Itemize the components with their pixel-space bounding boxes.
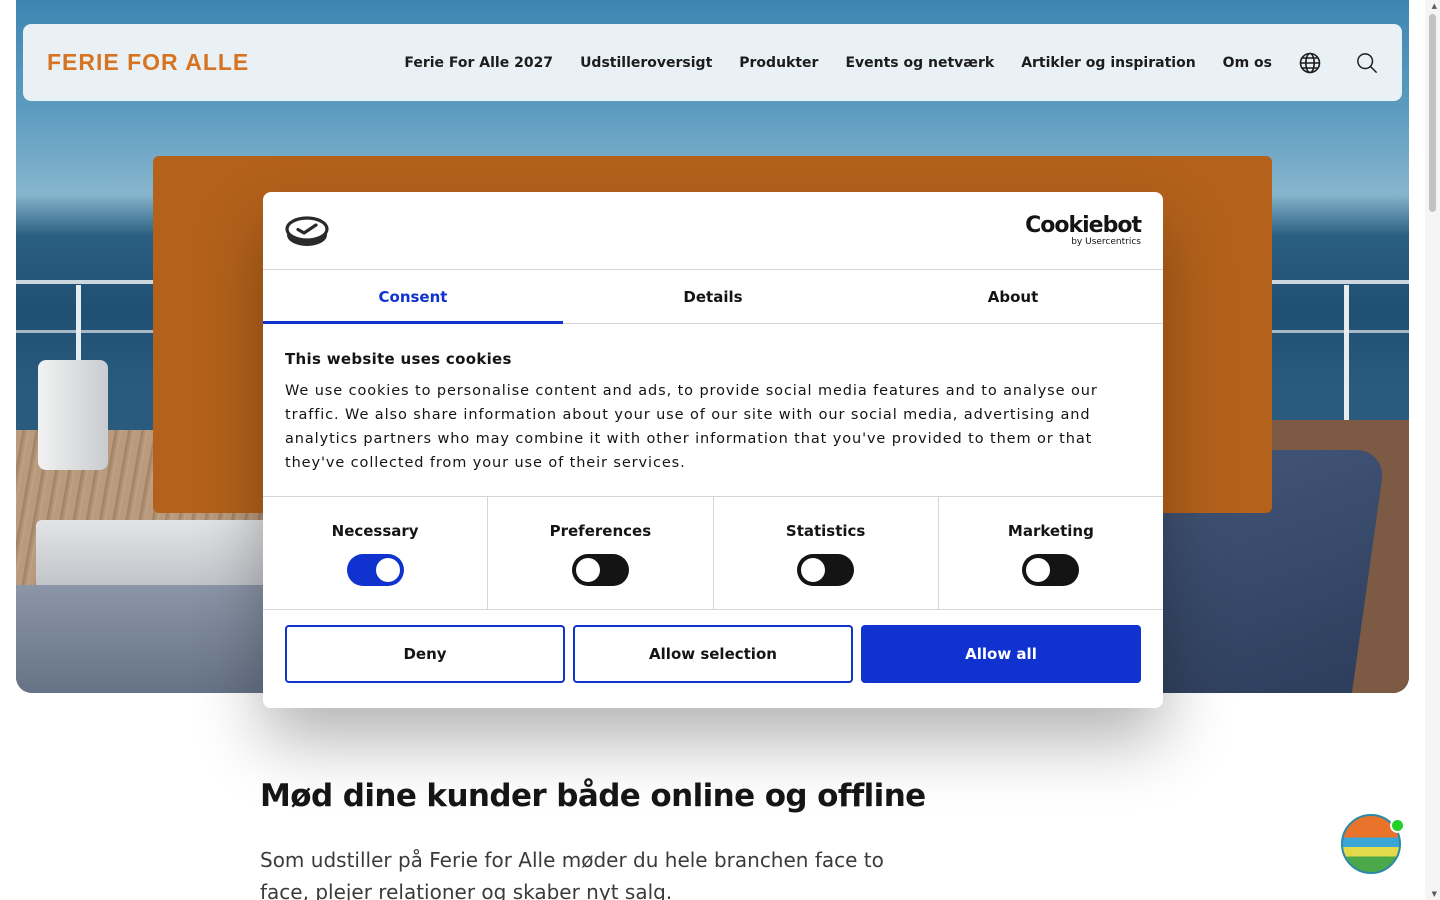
nav-item-om-os[interactable]: Om os <box>1223 55 1272 71</box>
section-text: Som udstiller på Ferie for Alle møder du… <box>260 848 884 900</box>
deck-box <box>38 360 108 470</box>
search-icon[interactable] <box>1356 52 1378 74</box>
toggle-cell-statistics: Statistics <box>714 497 939 609</box>
deny-button[interactable]: Deny <box>285 625 565 683</box>
cookiebot-brand-sub: by Usercentrics <box>1071 236 1141 247</box>
tab-consent[interactable]: Consent <box>263 270 563 324</box>
site-logo[interactable]: FERIE FOR ALLE <box>47 49 249 76</box>
allow-selection-button[interactable]: Allow selection <box>573 625 853 683</box>
dialog-title: This website uses cookies <box>285 350 512 368</box>
toggle-knob <box>575 558 600 582</box>
toggle-knob <box>1026 558 1051 582</box>
globe-icon[interactable] <box>1299 52 1321 74</box>
dialog-description: We use cookies to personalise content an… <box>285 383 1098 471</box>
nav-item-ferie-for-alle-2027[interactable]: Ferie For Alle 2027 <box>404 55 553 71</box>
section-heading: Mød dine kunder både online og offline <box>260 778 926 814</box>
nav-item-events[interactable]: Events og netværk <box>845 55 994 71</box>
toggle-knob <box>375 558 400 582</box>
scrollbar-thumb[interactable] <box>1429 14 1436 212</box>
scroll-down-arrow-icon[interactable]: ▼ <box>1432 890 1437 898</box>
main-nav: Ferie For Alle 2027 Udstilleroversigt Pr… <box>404 52 1378 74</box>
tab-about[interactable]: About <box>863 270 1163 323</box>
cookiebot-brand[interactable]: Cookiebot by Usercentrics <box>1025 212 1142 247</box>
toggle-cell-marketing: Marketing <box>939 497 1163 609</box>
online-status-dot <box>1390 818 1405 833</box>
toggle-label-statistics: Statistics <box>785 522 866 540</box>
dialog-header: Cookiebot by Usercentrics <box>263 192 1163 270</box>
toggle-label-necessary: Necessary <box>331 522 419 540</box>
dialog-tabs: Consent Details About <box>263 270 1163 324</box>
toggle-cell-necessary: Necessary <box>263 497 489 609</box>
toggle-label-preferences: Preferences <box>549 522 652 540</box>
nav-item-artikler[interactable]: Artikler og inspiration <box>1021 55 1195 71</box>
toggle-statistics[interactable] <box>797 554 855 586</box>
toggle-preferences[interactable] <box>571 554 629 586</box>
dialog-buttons: Deny Allow selection Allow all <box>263 610 1163 698</box>
page-scrollbar[interactable]: ▲ ▼ <box>1425 0 1440 900</box>
scroll-up-arrow-icon[interactable]: ▲ <box>1432 2 1437 10</box>
toggle-label-marketing: Marketing <box>1007 522 1094 540</box>
toggle-cell-preferences: Preferences <box>488 497 714 609</box>
toggle-marketing[interactable] <box>1022 554 1080 586</box>
cookie-consent-dialog: Cookiebot by Usercentrics Consent Detail… <box>263 192 1163 708</box>
dialog-body: This website uses cookies We use cookies… <box>263 324 1163 497</box>
railing-post <box>1344 285 1349 435</box>
tab-details[interactable]: Details <box>563 270 863 323</box>
consent-toggles: Necessary Preferences Statistics Marketi… <box>263 497 1163 610</box>
allow-all-button[interactable]: Allow all <box>861 625 1141 683</box>
nav-item-udstilleroversigt[interactable]: Udstilleroversigt <box>580 55 712 71</box>
site-header: FERIE FOR ALLE Ferie For Alle 2027 Udsti… <box>23 24 1402 101</box>
nav-item-produkter[interactable]: Produkter <box>739 55 818 71</box>
cookiebot-brand-name: Cookiebot <box>1025 212 1142 238</box>
toggle-knob <box>801 558 826 582</box>
cookiebot-logo-icon <box>285 214 329 248</box>
toggle-necessary[interactable] <box>346 554 404 586</box>
